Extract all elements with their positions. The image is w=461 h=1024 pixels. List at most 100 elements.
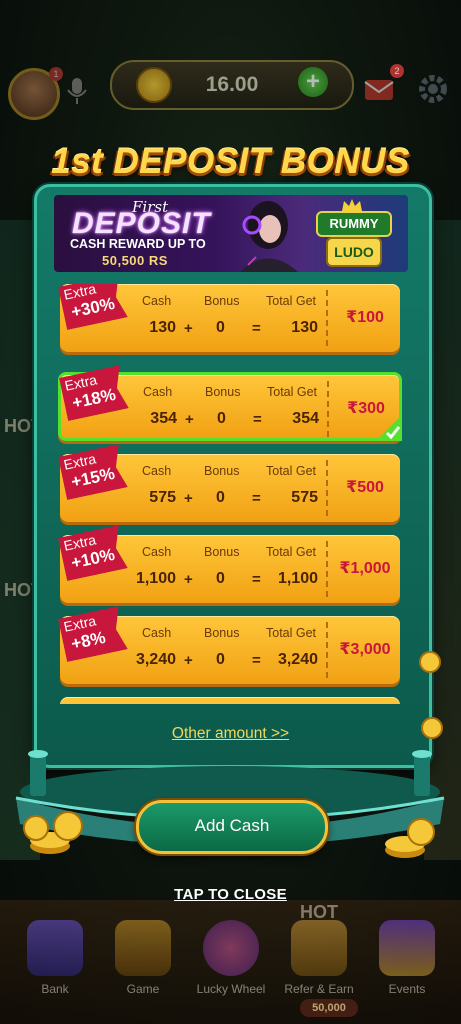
total-header: Total Get <box>266 545 317 559</box>
mail-badge: 2 <box>390 64 404 78</box>
price-button[interactable]: ₹3,000 <box>330 616 400 684</box>
nav-bank[interactable]: Bank <box>10 920 100 1010</box>
plus-sign: + <box>184 320 193 337</box>
plus-sign: + <box>185 411 194 428</box>
total-header: Total Get <box>266 294 317 308</box>
total-header: Total Get <box>266 464 317 478</box>
bonus-value: 0 <box>216 489 225 506</box>
nav-label: Events <box>388 982 426 996</box>
add-balance-button[interactable]: + <box>298 67 328 97</box>
banner-deposit: DEPOSIT <box>72 207 211 240</box>
offer-row[interactable]: Extra +10% Cash Bonus Total Get 1,100 + … <box>60 535 400 603</box>
equals-sign: = <box>252 490 261 507</box>
voice-icon[interactable] <box>64 76 90 106</box>
cash-value: 3,240 <box>135 651 176 668</box>
price-button[interactable]: ₹1,000 <box>330 535 400 603</box>
logo-ludo: LUDO <box>326 237 382 267</box>
check-icon <box>376 415 402 441</box>
total-value: 130 <box>291 319 318 336</box>
player-avatar[interactable]: 1 <box>8 67 63 120</box>
cash-header: Cash <box>142 626 172 640</box>
wheel-icon <box>203 920 259 976</box>
balance-value: 16.00 <box>205 73 259 96</box>
cash-value: 575 <box>149 489 176 506</box>
bottom-navigation: Bank Game Lucky Wheel Refer & Earn Event… <box>0 900 461 1024</box>
total-value: 354 <box>292 410 319 427</box>
extra-badge: Extra +18% <box>59 365 129 421</box>
offer-list[interactable]: Extra +30% Cash Bonus Total Get 130 + 0 … <box>56 284 404 704</box>
nav-label: Refer & Earn <box>284 982 354 996</box>
cash-value: 130 <box>149 319 176 336</box>
gear-icon[interactable] <box>416 72 450 106</box>
slot-machine-icon <box>115 920 171 976</box>
nav-label: Lucky Wheel <box>196 982 266 996</box>
banner-reward: CASH REWARD UP TO <box>70 237 206 251</box>
total-value: 575 <box>291 489 318 506</box>
coin-icon <box>421 717 443 739</box>
extra-badge: Extra +10% <box>58 525 128 581</box>
cash-header: Cash <box>142 545 172 559</box>
bank-icon <box>27 920 83 976</box>
bonus-header: Bonus <box>204 294 240 308</box>
bonus-value: 0 <box>217 410 226 427</box>
nav-lucky-wheel[interactable]: Lucky Wheel <box>186 920 276 1010</box>
offer-row-partial[interactable] <box>60 697 400 704</box>
nav-game[interactable]: Game <box>98 920 188 1010</box>
banner-amount: 50,500 RS <box>102 253 168 268</box>
cash-header: Cash <box>143 385 173 399</box>
tap-to-close-button[interactable]: TAP TO CLOSE <box>0 886 461 903</box>
promo-banner: First DEPOSIT CASH REWARD UP TO 50,500 R… <box>54 195 408 272</box>
coin-stack-icon <box>385 818 435 858</box>
mail-icon[interactable] <box>362 72 396 106</box>
hot-tag: HOT <box>300 902 338 922</box>
cash-value: 354 <box>150 410 177 427</box>
coin-icon <box>136 67 172 103</box>
bonus-value: 0 <box>216 651 225 668</box>
coins-pill: 50,000 <box>300 999 358 1017</box>
balance-bar: 16.00 + <box>110 60 354 110</box>
nav-events[interactable]: Events <box>362 920 452 1010</box>
rummy-ludo-logo: RUMMY LUDO <box>316 199 392 269</box>
logo-rummy: RUMMY <box>316 211 392 237</box>
extra-badge: Extra +30% <box>58 284 128 330</box>
equals-sign: = <box>253 411 262 428</box>
offer-row[interactable]: Extra +18% Cash Bonus Total Get 354 + 0 … <box>58 372 402 441</box>
refer-icon <box>291 920 347 976</box>
cash-header: Cash <box>142 464 172 478</box>
total-value: 3,240 <box>277 651 318 668</box>
add-cash-button[interactable]: Add Cash <box>136 800 328 854</box>
bonus-value: 0 <box>216 570 225 587</box>
price-button[interactable]: ₹100 <box>330 284 400 352</box>
other-amount-link[interactable]: Other amount >> <box>0 725 461 743</box>
offer-row[interactable]: Extra +30% Cash Bonus Total Get 130 + 0 … <box>60 284 400 352</box>
price-button[interactable]: ₹500 <box>330 454 400 522</box>
nav-label: Game <box>126 982 160 996</box>
row-divider <box>326 541 328 597</box>
total-value: 1,100 <box>277 570 318 587</box>
total-header: Total Get <box>266 626 317 640</box>
crown-icon <box>342 199 362 211</box>
plus-sign: + <box>184 490 193 507</box>
coin-icon <box>419 651 441 673</box>
bonus-header: Bonus <box>204 464 240 478</box>
modal-title: 1st DEPOSIT BONUS <box>51 142 410 181</box>
avatar-badge: 1 <box>49 67 63 81</box>
row-divider <box>326 460 328 516</box>
nav-refer-earn[interactable]: Refer & Earn <box>274 920 364 1010</box>
offer-row[interactable]: Extra +15% Cash Bonus Total Get 575 + 0 … <box>60 454 400 522</box>
total-header: Total Get <box>267 385 318 399</box>
character-illustration <box>240 201 298 272</box>
plus-sign: + <box>184 571 193 588</box>
row-divider <box>326 622 328 678</box>
cash-value: 1,100 <box>135 570 176 587</box>
equals-sign: = <box>252 652 261 669</box>
extra-badge: Extra +15% <box>58 444 128 500</box>
bonus-header: Bonus <box>204 545 240 559</box>
row-divider <box>327 381 329 437</box>
bonus-value: 0 <box>216 319 225 336</box>
bonus-header: Bonus <box>204 626 240 640</box>
coin-stack-icon <box>23 811 83 854</box>
row-divider <box>326 290 328 346</box>
offer-row[interactable]: Extra +8% Cash Bonus Total Get 3,240 + 0… <box>60 616 400 684</box>
extra-badge: Extra +8% <box>58 606 128 662</box>
